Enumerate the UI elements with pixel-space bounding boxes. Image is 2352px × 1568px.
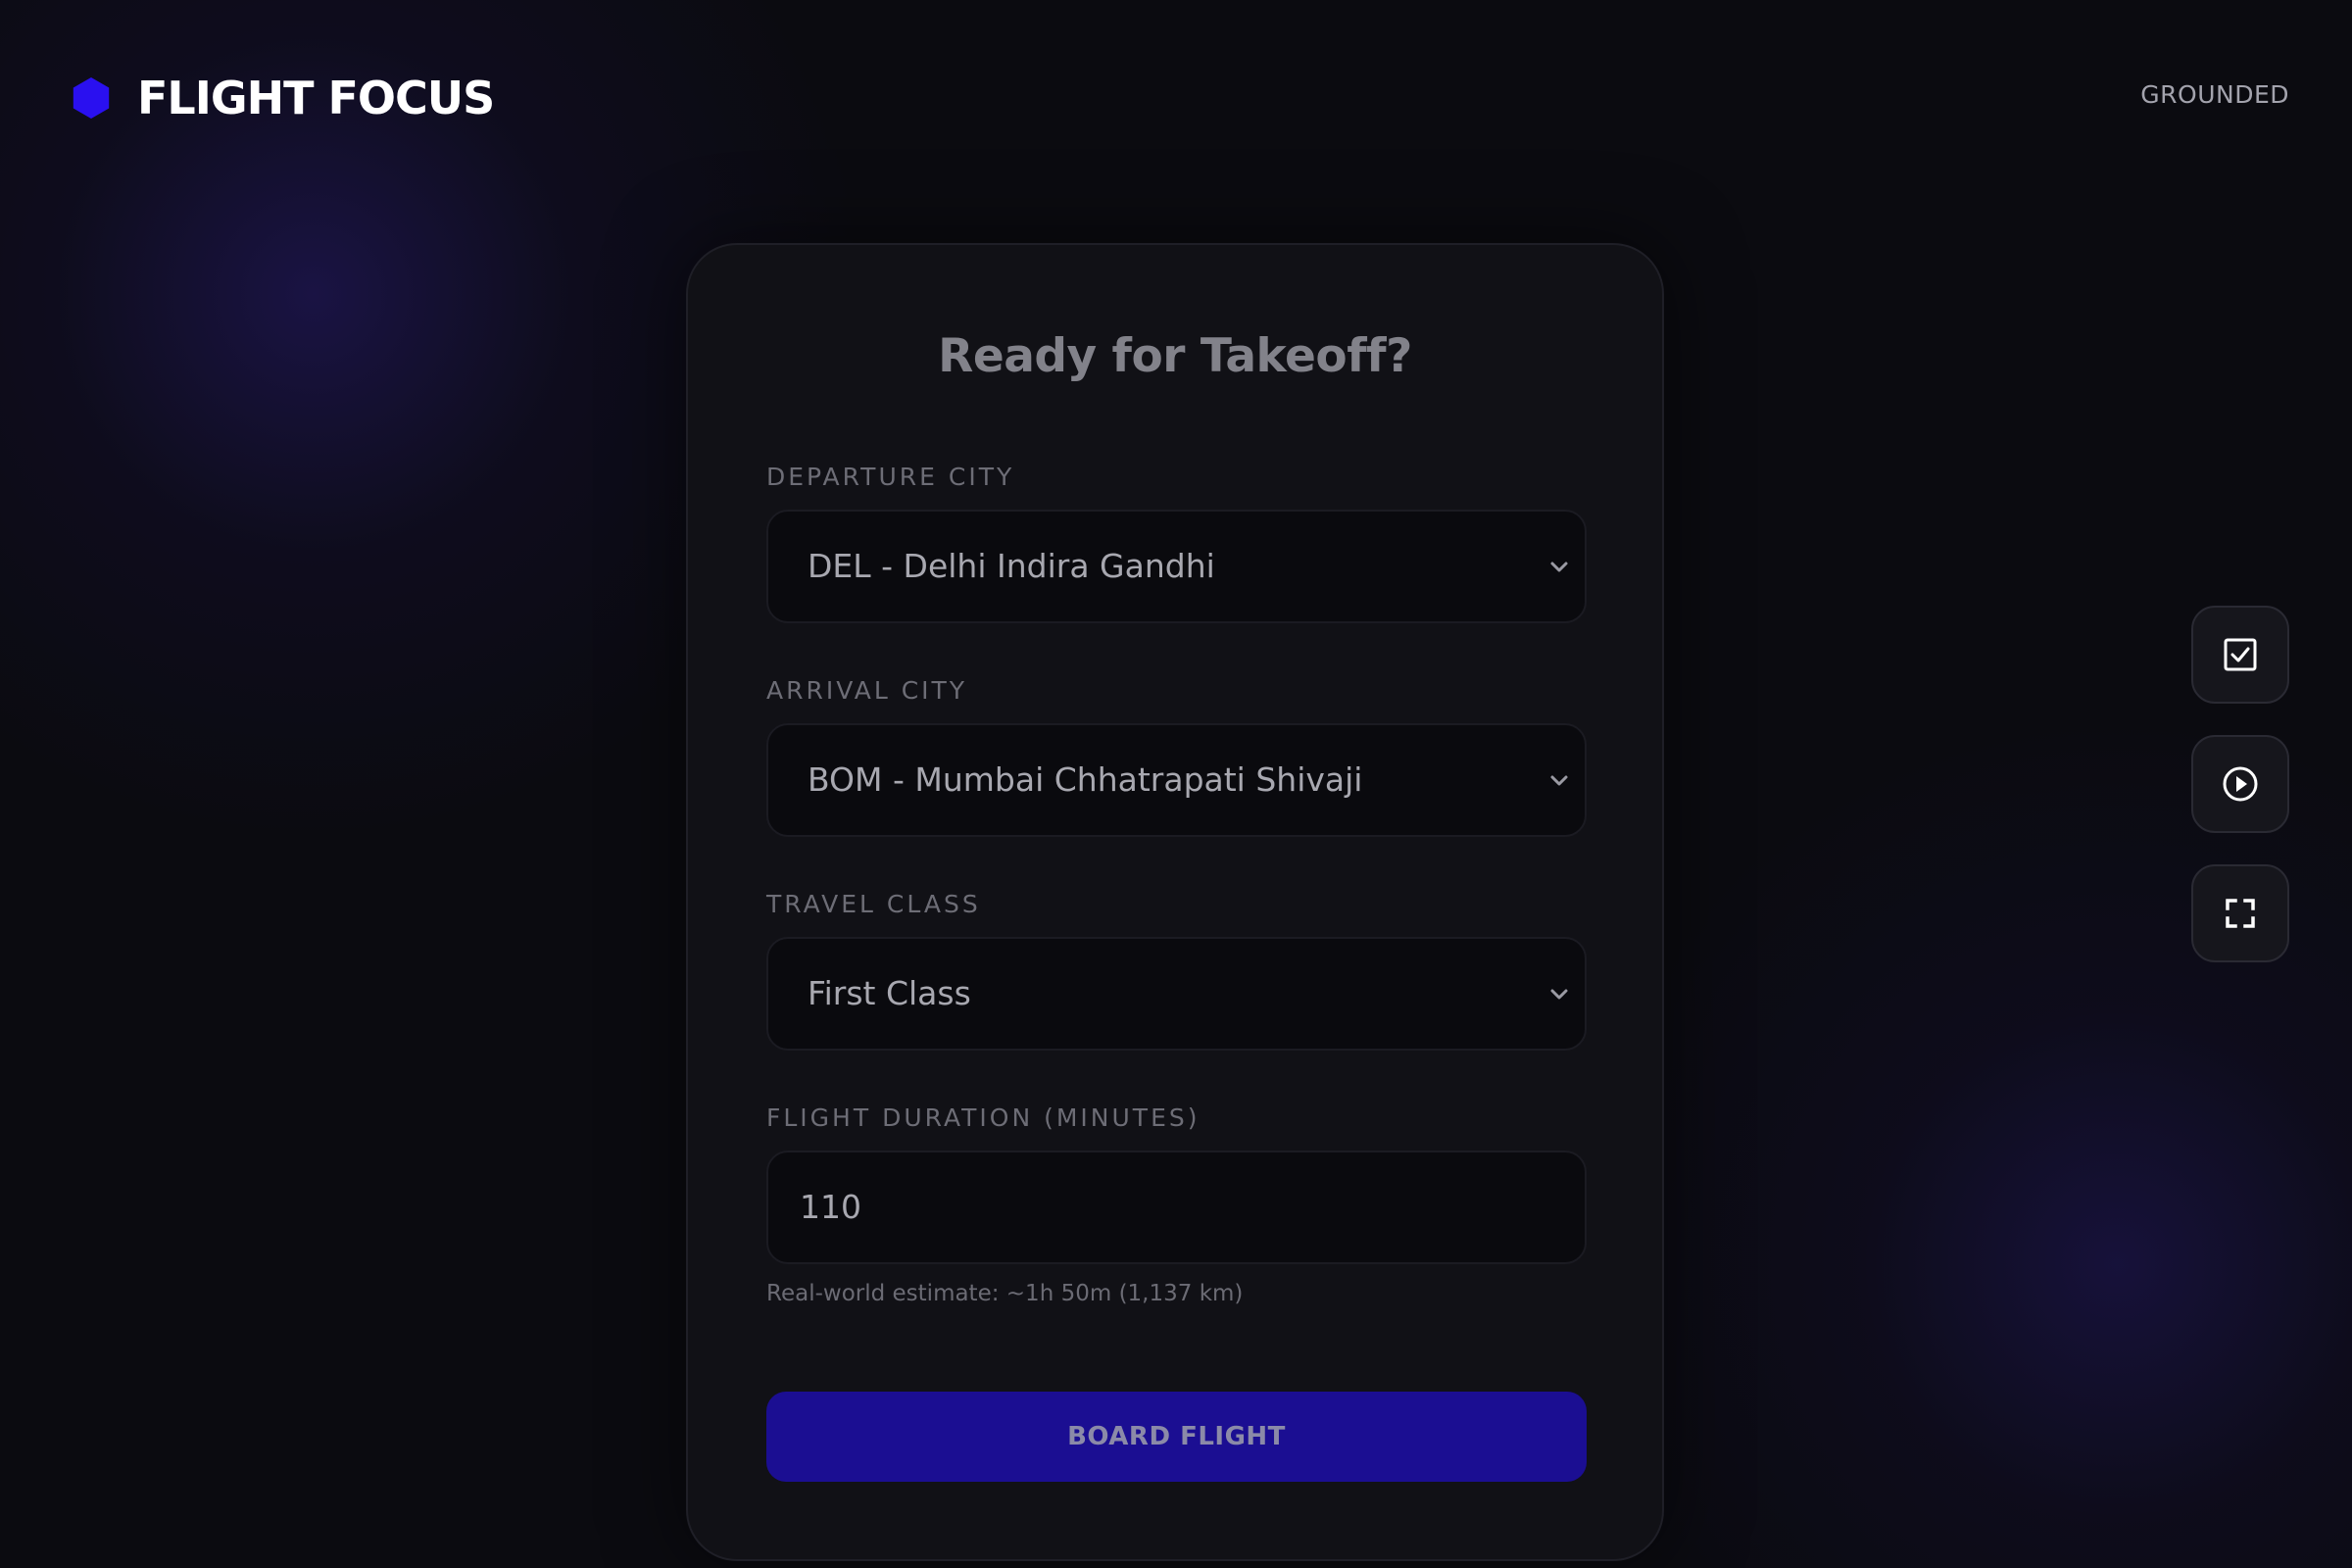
duration-input[interactable]: 110 <box>766 1151 1587 1264</box>
travel-class-value: First Class <box>808 974 971 1012</box>
chevron-down-icon <box>1550 562 1568 572</box>
fullscreen-button[interactable] <box>2191 864 2289 962</box>
duration-value: 110 <box>800 1188 861 1226</box>
departure-value: DEL - Delhi Indira Gandhi <box>808 547 1215 585</box>
brand: FLIGHT FOCUS <box>69 71 495 125</box>
play-circle-icon <box>2223 766 2258 802</box>
tasks-button[interactable] <box>2191 606 2289 704</box>
arrival-select[interactable]: BOM - Mumbai Chhatrapati Shivaji <box>766 723 1587 837</box>
app-page: FLIGHT FOCUS GROUNDED Ready for Takeoff?… <box>0 0 2352 1568</box>
travel-class-select[interactable]: First Class <box>766 937 1587 1051</box>
arrival-value: BOM - Mumbai Chhatrapati Shivaji <box>808 760 1363 799</box>
checkbox-icon <box>2224 638 2257 671</box>
board-flight-button[interactable]: BOARD FLIGHT <box>766 1392 1587 1482</box>
card-title: Ready for Takeoff? <box>938 329 1412 383</box>
flight-status: GROUNDED <box>2140 80 2289 109</box>
chevron-down-icon <box>1550 775 1568 786</box>
departure-select[interactable]: DEL - Delhi Indira Gandhi <box>766 510 1587 623</box>
play-button[interactable] <box>2191 735 2289 833</box>
chevron-down-icon <box>1550 989 1568 1000</box>
hexagon-icon <box>73 77 110 119</box>
travel-class-label: TRAVEL CLASS <box>766 890 981 918</box>
duration-label: FLIGHT DURATION (MINUTES) <box>766 1103 1200 1132</box>
departure-label: DEPARTURE CITY <box>766 463 1015 491</box>
fullscreen-icon <box>2226 899 2255 928</box>
arrival-label: ARRIVAL CITY <box>766 676 968 705</box>
flight-setup-card: Ready for Takeoff? DEPARTURE CITY DEL - … <box>686 243 1664 1561</box>
distance-estimate: Real-world estimate: ~1h 50m (1,137 km) <box>766 1281 1244 1306</box>
brand-title: FLIGHT FOCUS <box>137 72 495 124</box>
